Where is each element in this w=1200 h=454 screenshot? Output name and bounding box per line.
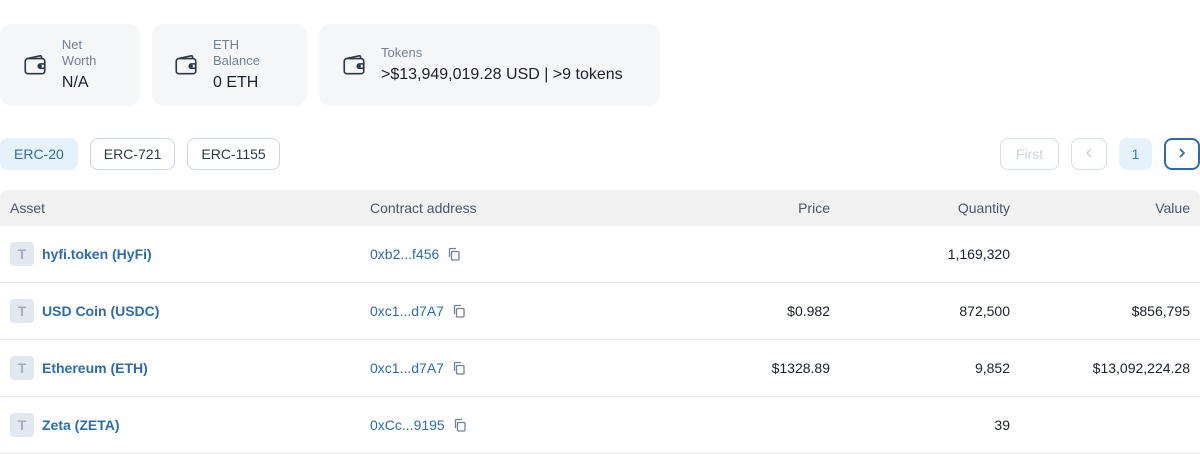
table-row: T Ethereum (ETH) 0xc1...d7A7 $1328.89 9,…: [0, 340, 1200, 397]
token-link[interactable]: hyfi.token (HyFi): [42, 246, 152, 262]
quantity-cell: 39: [994, 417, 1010, 433]
tab-erc-20[interactable]: ERC-20: [0, 138, 78, 170]
token-icon: T: [10, 413, 34, 437]
header-quantity: Quantity: [957, 200, 1010, 216]
eth-balance-value: 0 ETH: [212, 74, 259, 91]
net-worth-label: Net Worth: [61, 37, 97, 68]
token-table: Asset Contract address Price Quantity Va…: [0, 190, 1200, 454]
quantity-cell: 9,852: [974, 360, 1010, 376]
contract-address-link[interactable]: 0xc1...d7A7: [370, 360, 444, 376]
header-price: Price: [798, 200, 830, 216]
wallet-icon: [20, 50, 50, 80]
tab-erc-1155[interactable]: ERC-1155: [187, 138, 280, 170]
copy-icon[interactable]: [447, 246, 463, 262]
tab-erc-721[interactable]: ERC-721: [89, 138, 176, 170]
contract-address-link[interactable]: 0xb2...f456: [370, 246, 439, 262]
header-contract: Contract address: [370, 200, 477, 216]
token-link[interactable]: Ethereum (ETH): [42, 360, 148, 376]
table-header: Asset Contract address Price Quantity Va…: [0, 190, 1200, 226]
table-row: T Zeta (ZETA) 0xCc...9195 39: [0, 397, 1200, 454]
quantity-cell: 872,500: [959, 303, 1010, 319]
price-cell: $1328.89: [771, 360, 830, 376]
token-link[interactable]: Zeta (ZETA): [42, 417, 120, 433]
token-link[interactable]: USD Coin (USDC): [42, 303, 159, 319]
wallet-icon: [172, 50, 201, 80]
value-cell: $13,092,224.28: [1092, 360, 1190, 376]
price-cell: $0.982: [787, 303, 830, 319]
tokens-card: Tokens >$13,949,019.28 USD | >9 tokens: [319, 24, 660, 106]
header-value: Value: [1155, 200, 1190, 216]
copy-icon[interactable]: [453, 417, 469, 433]
table-row: T hyfi.token (HyFi) 0xb2...f456 1,169,32…: [0, 226, 1200, 283]
net-worth-card: Net Worth N/A: [0, 24, 140, 106]
contract-address-link[interactable]: 0xc1...d7A7: [370, 303, 444, 319]
table-row: T USD Coin (USDC) 0xc1...d7A7 $0.982 872…: [0, 283, 1200, 340]
eth-balance-label: ETH Balance: [212, 37, 260, 68]
header-asset: Asset: [10, 200, 46, 216]
token-icon: T: [10, 299, 34, 323]
prev-page-button[interactable]: [1071, 138, 1107, 170]
copy-icon[interactable]: [452, 360, 468, 376]
first-page-button[interactable]: First: [1000, 138, 1059, 170]
current-page-button[interactable]: 1: [1119, 138, 1152, 170]
contract-address-link[interactable]: 0xCc...9195: [370, 417, 445, 433]
quantity-cell: 1,169,320: [947, 246, 1010, 262]
token-icon: T: [10, 242, 34, 266]
summary-cards: Net Worth N/A ETH Balance 0 ETH Tokens >…: [0, 24, 660, 106]
pagination: First 1: [1000, 138, 1200, 170]
tokens-label: Tokens: [381, 45, 423, 60]
next-page-button[interactable]: [1164, 138, 1200, 170]
chevron-right-icon: [1176, 146, 1188, 162]
wallet-icon: [339, 50, 369, 80]
copy-icon[interactable]: [452, 303, 468, 319]
tokens-value: >$13,949,019.28 USD | >9 tokens: [381, 66, 623, 83]
chevron-left-icon: [1083, 146, 1095, 162]
eth-balance-card: ETH Balance 0 ETH: [152, 24, 307, 106]
net-worth-value: N/A: [61, 74, 89, 91]
token-type-tabs: ERC-20 ERC-721 ERC-1155: [0, 138, 280, 170]
token-icon: T: [10, 356, 34, 380]
value-cell: $856,795: [1131, 303, 1190, 319]
